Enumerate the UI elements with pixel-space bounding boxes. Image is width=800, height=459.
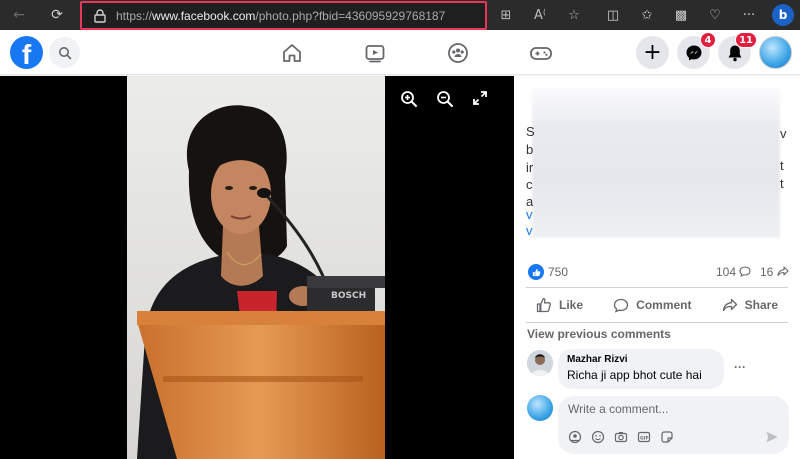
sticker-icon[interactable] bbox=[660, 430, 674, 444]
commenter-avatar[interactable] bbox=[527, 350, 553, 376]
fullscreen-icon[interactable] bbox=[472, 90, 488, 106]
comment-bubble-icon bbox=[614, 298, 629, 313]
like-label: Like bbox=[559, 298, 584, 312]
plus-icon: + bbox=[643, 39, 662, 65]
edge-char: ir bbox=[526, 160, 534, 175]
browser-right-tools: ◫ ✩ ▩ ♡ ··· b bbox=[596, 0, 800, 30]
edge-char: c bbox=[526, 177, 533, 192]
zoom-in-icon[interactable] bbox=[400, 90, 418, 108]
edge-char: t bbox=[780, 176, 784, 191]
speaker-photo[interactable]: BOSCH bbox=[127, 76, 385, 459]
edge-char: b bbox=[526, 142, 534, 157]
lock-icon bbox=[94, 8, 106, 23]
facebook-header: f + 4 11 bbox=[0, 30, 800, 75]
search-button[interactable] bbox=[49, 37, 80, 68]
bing-copilot-icon[interactable]: b bbox=[772, 4, 794, 26]
app-grid-icon[interactable]: ⊞ bbox=[489, 8, 523, 23]
collections-icon[interactable]: ▩ bbox=[664, 8, 698, 23]
browser-toolbar: ← ⟳ https://www.facebook.com/photo.php?f… bbox=[0, 0, 800, 30]
share-arrow-icon bbox=[777, 266, 789, 277]
create-button[interactable]: + bbox=[636, 36, 669, 69]
like-reaction-icon bbox=[528, 264, 544, 280]
nav-home[interactable] bbox=[250, 30, 333, 75]
comment-icon bbox=[739, 266, 751, 277]
edge-char: t bbox=[780, 158, 784, 173]
current-user-avatar[interactable] bbox=[527, 395, 553, 421]
like-button[interactable]: Like bbox=[526, 297, 593, 313]
header-actions: + 4 11 bbox=[636, 32, 792, 69]
read-aloud-icon[interactable]: A⁽ bbox=[523, 8, 557, 23]
comment-bubble: Mazhar Rizvi Richa ji app bhot cute hai bbox=[558, 349, 724, 389]
messenger-icon bbox=[686, 45, 701, 60]
main-navigation bbox=[250, 30, 582, 75]
comment-more-options[interactable]: ··· bbox=[734, 360, 746, 374]
view-previous-comments-link[interactable]: View previous comments bbox=[527, 327, 671, 341]
edge-char: S bbox=[526, 124, 535, 139]
emoji-icon[interactable] bbox=[591, 430, 605, 444]
comment-label: Comment bbox=[636, 298, 692, 312]
refresh-icon[interactable]: ⟳ bbox=[42, 0, 72, 30]
address-bar[interactable]: https://www.facebook.com/photo.php?fbid=… bbox=[80, 1, 487, 30]
comment-composer: GIF bbox=[558, 396, 789, 454]
write-comment-input[interactable] bbox=[568, 402, 768, 416]
back-arrow-icon[interactable]: ← bbox=[4, 0, 34, 30]
split-screen-icon[interactable]: ◫ bbox=[596, 8, 630, 23]
browser-essentials-icon[interactable]: ♡ bbox=[698, 8, 732, 23]
comment-count-value: 104 bbox=[716, 265, 737, 279]
divider bbox=[526, 287, 788, 288]
zoom-out-icon[interactable] bbox=[436, 90, 454, 108]
edge-char-link: v bbox=[526, 223, 533, 238]
thumbs-up-icon bbox=[536, 297, 551, 313]
gif-icon[interactable]: GIF bbox=[637, 430, 651, 444]
home-icon bbox=[282, 43, 301, 62]
nav-watch[interactable] bbox=[333, 30, 416, 75]
photo-viewer: BOSCH bbox=[0, 76, 514, 459]
address-bar-tools: ⊞ A⁽ ☆ bbox=[489, 0, 591, 30]
camera-icon[interactable] bbox=[614, 430, 628, 444]
share-icon bbox=[722, 298, 737, 311]
screen: ← ⟳ https://www.facebook.com/photo.php?f… bbox=[0, 0, 800, 459]
viewer-tools bbox=[400, 90, 488, 108]
blurred-post-content bbox=[532, 88, 780, 238]
nav-groups[interactable] bbox=[416, 30, 499, 75]
facebook-logo-icon[interactable]: f bbox=[10, 36, 43, 69]
nav-gaming[interactable] bbox=[499, 30, 582, 75]
comment-text: Richa ji app bhot cute hai bbox=[567, 368, 702, 382]
messenger-badge: 4 bbox=[700, 32, 716, 48]
account-avatar[interactable] bbox=[759, 36, 792, 69]
share-button[interactable]: Share bbox=[712, 298, 788, 313]
edge-char: v bbox=[780, 126, 787, 141]
notifications-button[interactable]: 11 bbox=[718, 32, 757, 69]
edge-char-link: v bbox=[526, 207, 533, 222]
svg-text:GIF: GIF bbox=[640, 435, 649, 441]
search-icon bbox=[58, 46, 71, 59]
share-label: Share bbox=[744, 298, 778, 312]
commenter-name[interactable]: Mazhar Rizvi bbox=[567, 354, 715, 365]
favorite-star-icon[interactable]: ☆ bbox=[557, 8, 591, 23]
gaming-controller-icon bbox=[529, 46, 552, 60]
reaction-stats: 750 104 16 bbox=[528, 263, 790, 283]
favorites-icon[interactable]: ✩ bbox=[630, 8, 664, 23]
avatar-sticker-icon[interactable] bbox=[568, 430, 582, 444]
post-details-panel: S b ir c a v v v t t 750 104 16 Like Com… bbox=[514, 76, 800, 459]
messenger-button[interactable]: 4 bbox=[677, 32, 716, 69]
notifications-badge: 11 bbox=[735, 32, 757, 48]
send-icon[interactable] bbox=[765, 430, 779, 444]
share-count-value: 16 bbox=[760, 265, 774, 279]
post-actions: Like Comment Share bbox=[526, 290, 788, 320]
video-icon bbox=[365, 44, 384, 62]
like-count[interactable]: 750 bbox=[548, 265, 568, 279]
share-count[interactable]: 16 bbox=[760, 265, 789, 279]
divider bbox=[526, 322, 788, 323]
comment-count[interactable]: 104 bbox=[716, 265, 751, 279]
composer-tools: GIF bbox=[568, 430, 674, 444]
url-text: https://www.facebook.com/photo.php?fbid=… bbox=[116, 8, 446, 23]
more-menu-icon[interactable]: ··· bbox=[732, 8, 766, 23]
svg-text:BOSCH: BOSCH bbox=[331, 291, 366, 301]
groups-icon bbox=[447, 42, 468, 63]
comment-button[interactable]: Comment bbox=[603, 298, 701, 313]
